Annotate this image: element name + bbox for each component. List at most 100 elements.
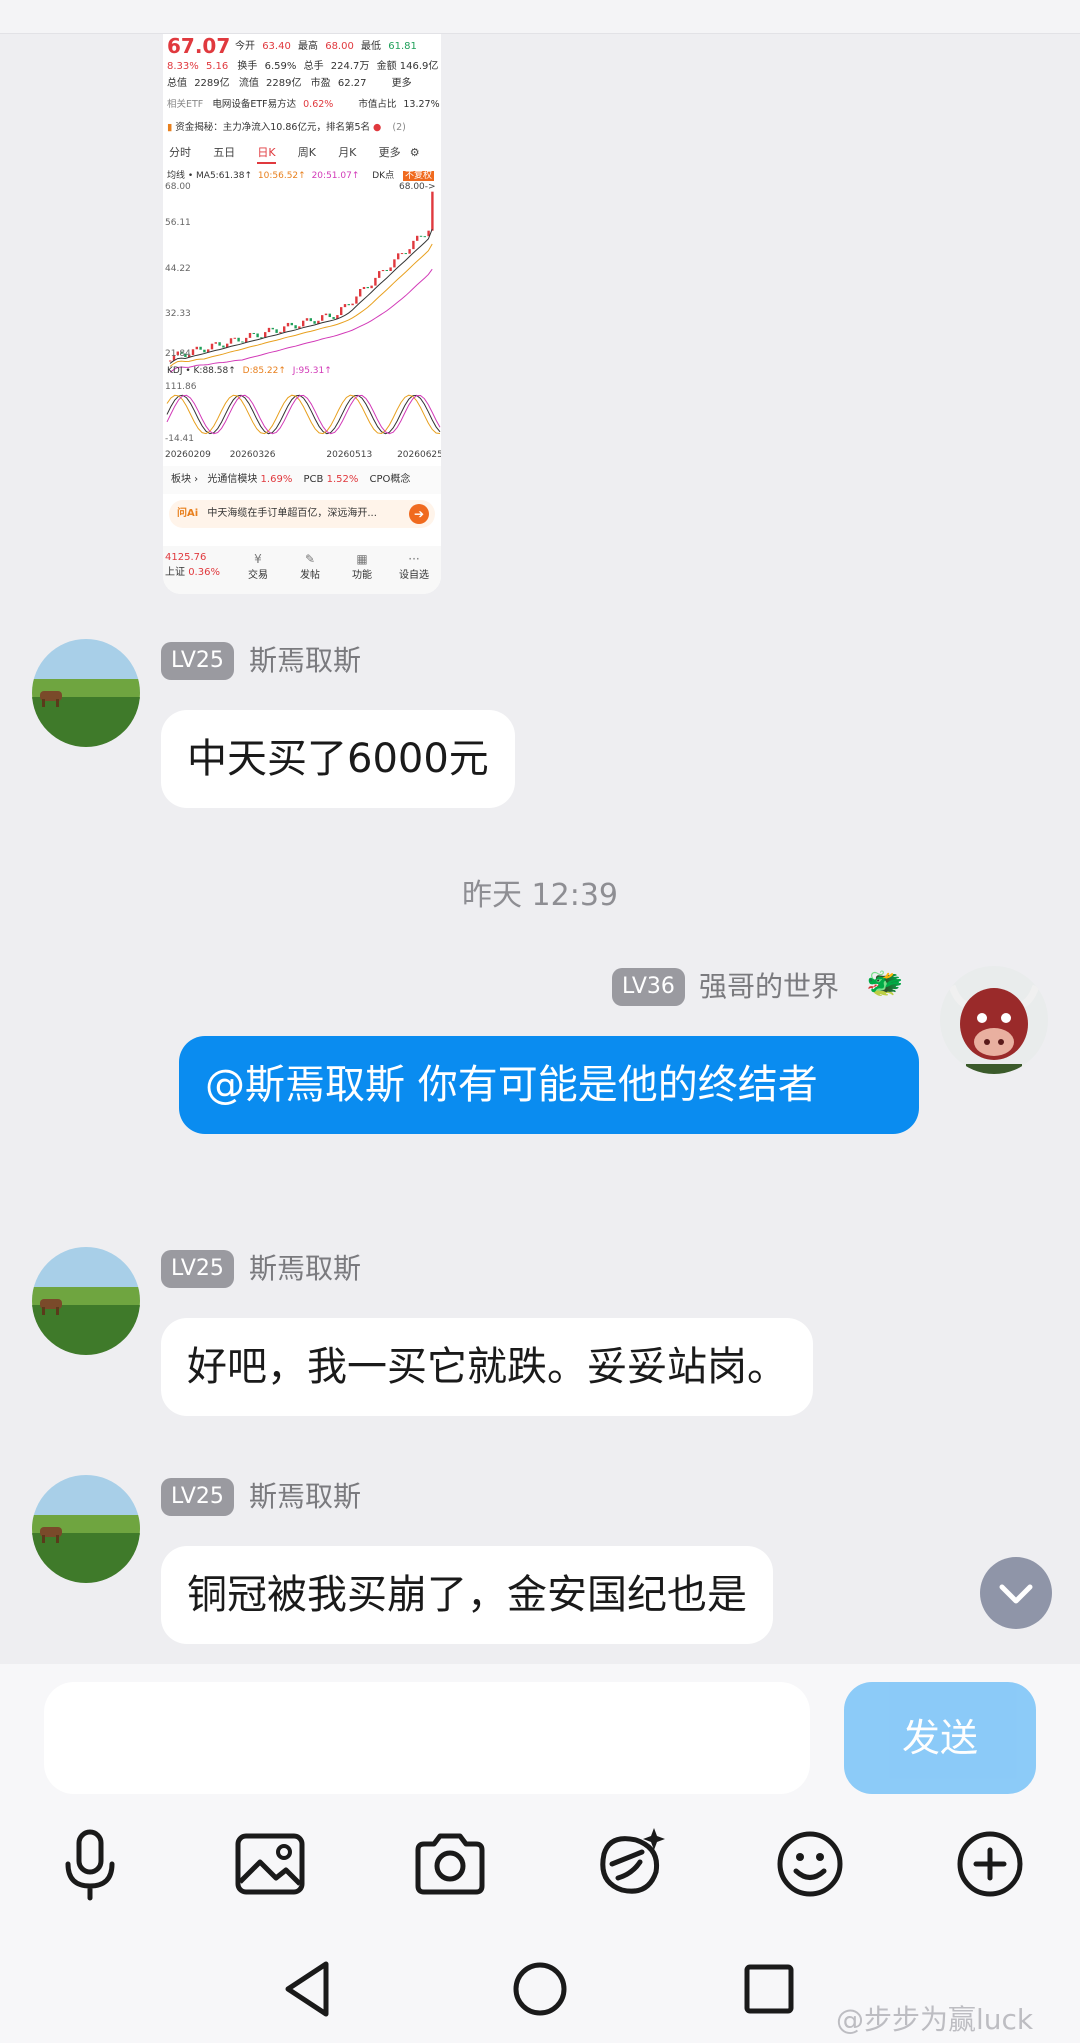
candle: [378, 271, 381, 278]
stock-screenshot-image[interactable]: 67.07 今开 63.40 最高 68.00 最低 61.81 8.33% 5…: [163, 34, 441, 594]
avatar[interactable]: [32, 639, 140, 747]
candle: [290, 322, 293, 326]
kdj-line: [166, 394, 441, 435]
candle: [381, 269, 385, 272]
kdj-j: J:95.31↑: [292, 366, 332, 376]
candle: [294, 325, 297, 329]
candle: [313, 321, 316, 324]
tab-monthly-k: 月K: [338, 146, 357, 159]
avatar[interactable]: [32, 1475, 140, 1583]
candle: [302, 320, 305, 327]
stat-label: 金额: [376, 61, 397, 72]
stat-label: 总值: [167, 78, 187, 89]
watermark: @步步为赢luck: [836, 2003, 1034, 2036]
candle: [248, 332, 252, 338]
candle: [408, 249, 411, 254]
chart-tabs: 分时 五日 日K 周K 月K 更多 ⚙: [169, 144, 420, 164]
candle: [229, 338, 233, 344]
message-bubble[interactable]: @斯焉取斯 你有可能是他的终结者: [179, 1036, 919, 1134]
stat-total-cap: 2289亿: [194, 78, 230, 89]
image-gallery-icon[interactable]: [230, 1824, 310, 1904]
stat-label: 换手: [237, 61, 258, 72]
avatar[interactable]: [940, 966, 1048, 1074]
date-tick: 20260513: [326, 450, 373, 460]
candle: [362, 286, 366, 290]
stat-label: 最高: [298, 41, 319, 52]
sparkle-sticker-icon[interactable]: [590, 1824, 670, 1904]
candle: [195, 346, 198, 350]
message-bubble[interactable]: 好吧，我一买它就跌。妥妥站岗。: [161, 1318, 813, 1416]
y-tick-label: 32.33: [165, 309, 191, 319]
sender-name[interactable]: 强哥的世界: [699, 968, 839, 1006]
candle: [412, 240, 415, 250]
candle: [237, 337, 240, 342]
stat-open: 63.40: [262, 41, 291, 52]
nav-watchlist: 设自选: [399, 570, 429, 581]
nav-back-icon[interactable]: [274, 1954, 344, 2024]
stat-float-cap: 2289亿: [266, 78, 302, 89]
candle: [169, 360, 172, 362]
microphone-icon[interactable]: [50, 1824, 130, 1904]
nav-home-icon[interactable]: [505, 1954, 575, 2024]
ma-line-ma5: [169, 228, 433, 364]
etf-name: 电网设备ETF易方达: [212, 99, 297, 110]
nav-recents-icon[interactable]: [734, 1954, 804, 2024]
level-badge: LV25: [161, 642, 234, 680]
ai-badge: 问Ai: [177, 508, 199, 519]
level-badge: LV25: [161, 1250, 234, 1288]
y-tick-label: 21.84: [165, 349, 191, 359]
edit-icon: ✎: [304, 552, 316, 566]
candle: [393, 259, 396, 268]
kdj-top: 111.86: [165, 382, 197, 392]
stat-high: 68.00: [325, 41, 354, 52]
dragon-medal-icon: 🐲: [866, 966, 904, 1001]
candle: [389, 267, 392, 272]
message-bubble[interactable]: 铜冠被我买崩了，金安国纪也是: [161, 1546, 773, 1644]
yen-icon: ¥: [254, 552, 262, 566]
change-pct: 8.33%: [167, 61, 199, 72]
candle: [267, 327, 271, 333]
fund-flow-text: 资金揭秘：主力净流入10.86亿元，排名第5名: [175, 122, 371, 133]
candle: [419, 235, 423, 237]
stat-label: 最低: [361, 41, 382, 52]
tab-daily-k: 日K: [257, 144, 276, 164]
sector-1-pct: 1.69%: [260, 474, 293, 485]
index-value: 4125.76: [165, 552, 207, 563]
stat-label: 总手: [303, 61, 324, 72]
candle: [332, 317, 335, 319]
candle: [218, 342, 221, 346]
camera-icon[interactable]: [410, 1824, 490, 1904]
add-plus-icon[interactable]: [950, 1824, 1030, 1904]
message-bubble[interactable]: 中天买了6000元: [161, 710, 515, 808]
sender-name[interactable]: 斯焉取斯: [249, 1250, 361, 1288]
candle: [423, 236, 426, 238]
settings-gear-icon: ⚙: [409, 146, 420, 159]
sender-name[interactable]: 斯焉取斯: [249, 1478, 361, 1516]
candle: [256, 333, 259, 338]
date-tick: 20260326: [229, 450, 276, 460]
emoji-smile-icon[interactable]: [770, 1824, 850, 1904]
nav-trade: 交易: [248, 570, 268, 581]
candle: [222, 345, 225, 348]
sender-name[interactable]: 斯焉取斯: [249, 642, 361, 680]
date-tick: 20260209: [165, 450, 211, 460]
candle: [271, 327, 274, 330]
y-tick-label: 44.22: [165, 264, 191, 274]
candle: [343, 304, 347, 308]
candle: [355, 296, 358, 304]
stat-amount: 146.9亿: [399, 61, 439, 72]
message-input[interactable]: [44, 1682, 810, 1794]
candle: [241, 341, 244, 343]
etf-pct: 0.62%: [303, 99, 334, 110]
send-button[interactable]: 发送: [844, 1682, 1036, 1794]
stat-label: 今开: [235, 41, 255, 52]
sector-2: PCB: [303, 474, 324, 485]
stock-price: 67.07: [167, 34, 231, 58]
candle: [279, 331, 282, 333]
ma-line-ma10: [169, 243, 433, 367]
stat-pe: 62.27: [337, 78, 367, 89]
bull-cartoon-avatar-icon: [940, 966, 1048, 1074]
avatar[interactable]: [32, 1247, 140, 1355]
stat-low: 61.81: [388, 41, 417, 52]
scroll-to-bottom-button[interactable]: [980, 1557, 1052, 1629]
